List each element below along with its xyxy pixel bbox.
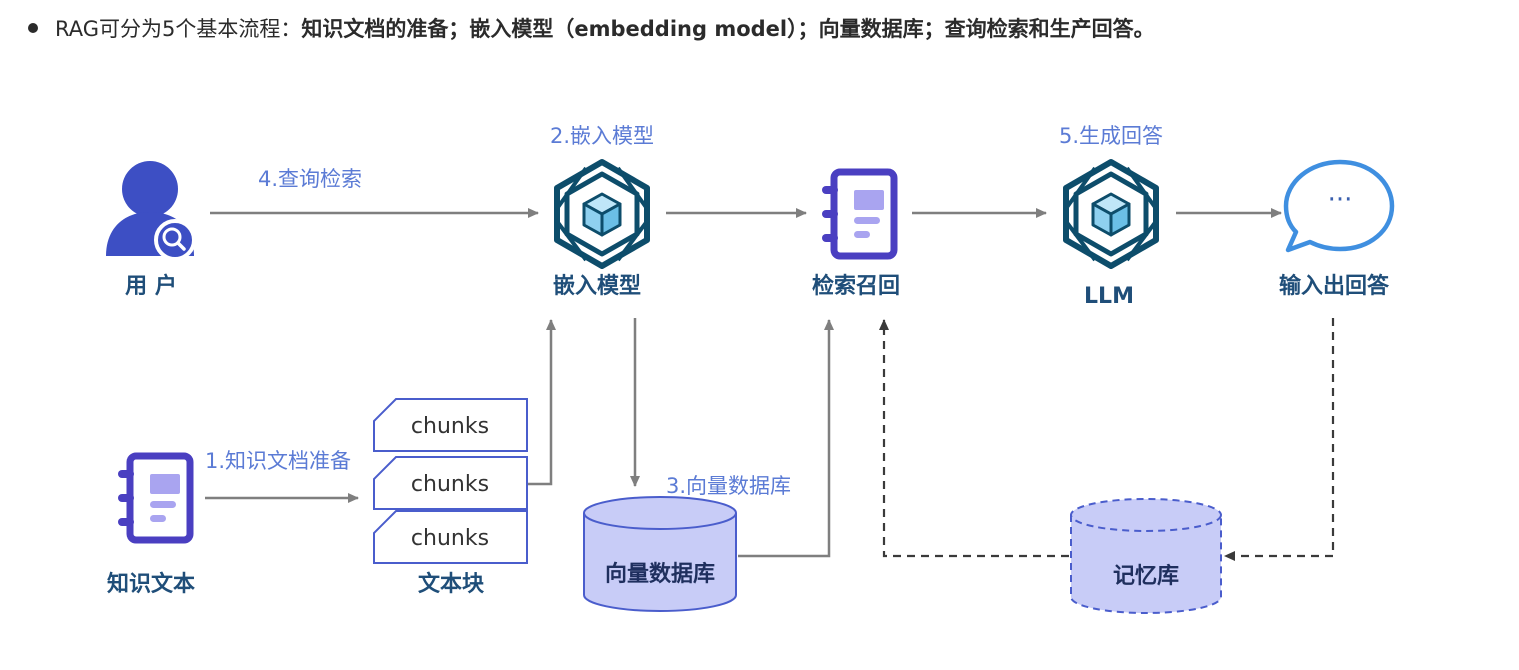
rag-flow-diagram: ··· chunks chunks chunks 用 户 嵌入模型 检索召回 L… (106, 124, 1395, 614)
chat-bubble-dots: ··· (1328, 185, 1353, 215)
step-label-1: 1.知识文档准备 (205, 449, 351, 473)
step-label-5: 5.生成回答 (1059, 124, 1163, 148)
memory-cylinder (1070, 498, 1222, 614)
step-label-2: 2.嵌入模型 (550, 124, 654, 148)
arrow-memory-to-retrieval (879, 319, 1069, 558)
node-label-retrieval: 检索召回 (812, 273, 900, 299)
node-label-memory: 记忆库 (1113, 563, 1179, 589)
knowledge-notebook-icon (118, 456, 190, 540)
arrow-chunks-to-embedding (527, 319, 556, 486)
embedding-model-icon (556, 162, 648, 266)
node-label-embedding-model: 嵌入模型 (553, 273, 641, 299)
node-label-vector-db: 向量数据库 (605, 561, 715, 587)
chunk-label-3: chunks (411, 526, 489, 551)
node-label-output: 输入出回答 (1279, 273, 1390, 299)
chunk-label-2: chunks (411, 472, 489, 497)
node-label-user: 用 户 (125, 273, 177, 299)
chunk-label-1: chunks (411, 414, 489, 439)
chat-bubble-icon: ··· (1283, 159, 1395, 253)
vector-db-cylinder (583, 496, 737, 612)
step-label-3: 3.向量数据库 (666, 474, 791, 498)
node-label-llm: LLM (1084, 284, 1134, 309)
step-label-4: 4.查询检索 (258, 167, 362, 191)
user-search-icon (106, 161, 196, 261)
llm-icon (1065, 162, 1157, 266)
node-label-knowledge-text: 知识文本 (107, 571, 195, 597)
retrieval-notebook-icon (822, 172, 894, 256)
arrow-vectordb-to-retrieval (738, 319, 834, 558)
node-label-text-chunks: 文本块 (418, 571, 485, 597)
arrow-output-to-memory (1224, 318, 1335, 561)
